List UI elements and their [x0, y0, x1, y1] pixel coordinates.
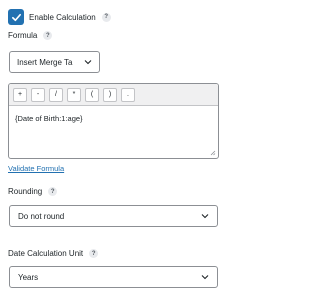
- rounding-label: Rounding: [8, 187, 43, 196]
- enable-calculation-label: Enable Calculation: [29, 12, 96, 22]
- operator-decimal-button[interactable]: .: [121, 87, 135, 102]
- rounding-select[interactable]: Do not round: [9, 205, 218, 227]
- date-unit-select[interactable]: Years: [9, 266, 218, 288]
- operator-toolbar: + - / * ( ) .: [9, 84, 218, 106]
- operator-plus-button[interactable]: +: [13, 87, 27, 102]
- formula-help-icon[interactable]: ?: [43, 31, 53, 40]
- rounding-label-row: Rounding ?: [8, 187, 58, 196]
- insert-merge-tag-button[interactable]: Insert Merge Ta: [9, 51, 100, 73]
- enable-calculation-checkbox[interactable]: [8, 9, 24, 25]
- rounding-selected-value: Do not round: [18, 211, 65, 221]
- date-unit-selected-value: Years: [18, 272, 39, 282]
- operator-close-paren-button[interactable]: ): [103, 87, 117, 102]
- validate-formula-link[interactable]: Validate Formula: [8, 164, 64, 173]
- enable-calculation-row: Enable Calculation ?: [8, 9, 111, 25]
- operator-divide-button[interactable]: /: [49, 87, 63, 102]
- date-calculation-unit-label: Date Calculation Unit: [8, 249, 84, 258]
- date-unit-help-icon[interactable]: ?: [89, 249, 99, 258]
- formula-label: Formula: [8, 31, 38, 40]
- chevron-down-icon: [201, 275, 209, 280]
- formula-editor: + - / * ( ) . {Date of Birth:1:age}: [8, 83, 219, 159]
- check-icon: [11, 13, 21, 21]
- date-unit-label-row: Date Calculation Unit ?: [8, 249, 99, 258]
- chevron-down-icon: [201, 214, 209, 219]
- operator-multiply-button[interactable]: *: [67, 87, 81, 102]
- rounding-help-icon[interactable]: ?: [48, 187, 58, 196]
- formula-textarea[interactable]: {Date of Birth:1:age}: [9, 106, 218, 131]
- insert-merge-tag-label: Insert Merge Ta: [17, 57, 73, 67]
- chevron-down-icon: [84, 60, 92, 65]
- enable-calculation-help-icon[interactable]: ?: [101, 12, 111, 22]
- resize-handle-icon[interactable]: [210, 150, 216, 156]
- operator-open-paren-button[interactable]: (: [85, 87, 99, 102]
- formula-label-row: Formula ?: [8, 31, 53, 40]
- operator-minus-button[interactable]: -: [31, 87, 45, 102]
